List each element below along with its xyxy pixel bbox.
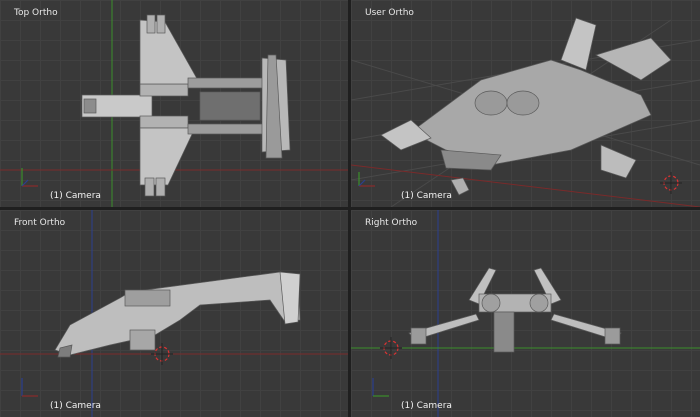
camera-label: (1) Camera (401, 191, 452, 201)
ship-model-top[interactable] (81, 14, 291, 197)
viewport-front-ortho[interactable]: Front Ortho (1) Camera (0, 210, 348, 417)
3d-cursor-icon (660, 172, 682, 194)
camera-label: (1) Camera (50, 401, 101, 411)
axis-gizmo-icon (372, 378, 389, 397)
viewport-title: User Ortho (365, 8, 414, 18)
axis-gizmo-icon (358, 172, 375, 187)
viewport-right-ortho[interactable]: Right Ortho (1) Camera (351, 210, 700, 417)
viewport-title: Right Ortho (365, 218, 418, 228)
camera-label: (1) Camera (401, 401, 452, 411)
viewport-user-ortho[interactable]: User Ortho (1) Camera (351, 0, 700, 207)
axis-gizmo-icon (21, 378, 38, 397)
viewport-top-ortho[interactable]: Top Ortho (1) Camera (0, 0, 348, 207)
axis-gizmo-icon (21, 168, 38, 187)
right-view-scene (351, 210, 700, 417)
ship-model-right[interactable] (408, 267, 622, 353)
viewport-title: Top Ortho (14, 8, 58, 18)
3d-cursor-icon (380, 337, 402, 359)
viewport-title: Front Ortho (14, 218, 66, 228)
ship-model-user[interactable] (380, 17, 672, 196)
camera-label: (1) Camera (50, 191, 101, 201)
user-view-scene (351, 17, 700, 207)
quad-view: Top Ortho (1) Camera User Ortho (1) Came… (0, 0, 700, 417)
top-view-scene (0, 0, 348, 207)
front-view-scene (0, 210, 348, 417)
